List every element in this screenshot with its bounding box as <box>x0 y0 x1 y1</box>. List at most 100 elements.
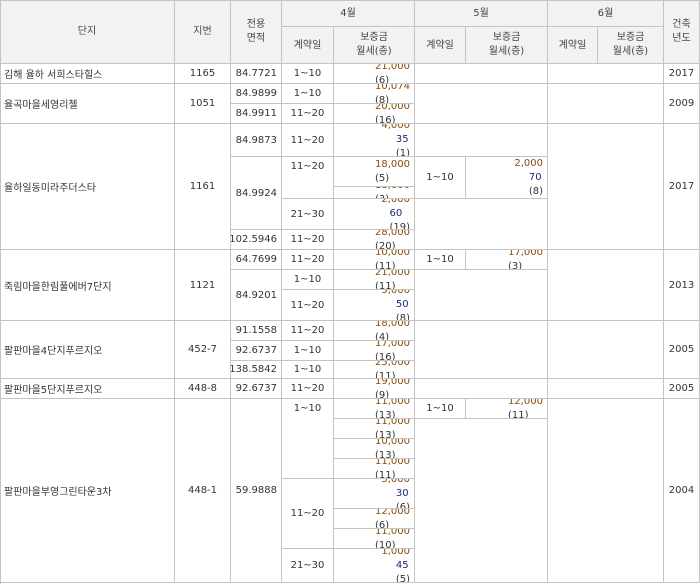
built-year: 2017 <box>664 64 700 84</box>
area-value: 59.9888 <box>231 399 282 583</box>
price-cell: 18,000 (5) <box>334 157 415 187</box>
deposit-value: 10,074 <box>375 84 410 92</box>
floor-value: (6) <box>375 519 390 529</box>
header-contract-date: 계약일 <box>282 27 334 64</box>
header-built-line2: 년도 <box>672 32 691 44</box>
header-price-line2: 월세(층) <box>612 46 649 57</box>
contract-date-cell: 1~10 <box>282 361 334 379</box>
empty-cell <box>415 379 548 399</box>
complex-name: 율하일동미라주더스타 <box>0 124 175 250</box>
price-cell: 20,000 (16) <box>334 104 415 124</box>
contract-date-cell: 1~10 <box>282 399 334 479</box>
price-cell: 18,000 (4) <box>334 321 415 341</box>
price-cell: 2,000 70 (8) <box>466 157 548 199</box>
price-cell: 17,000 (16) <box>334 341 415 361</box>
built-year: 2004 <box>664 399 700 583</box>
floor-value: (13) <box>375 449 396 459</box>
price-cell: 25,000 (11) <box>334 361 415 379</box>
area-value: 84.9201 <box>231 270 282 321</box>
floor-value: (4) <box>375 331 390 341</box>
price-cell: 21,000 (6) <box>334 64 415 84</box>
deposit-value: 18,000 <box>375 187 410 193</box>
monthly-rent-value: 30 <box>395 487 409 499</box>
header-contract-date: 계약일 <box>548 27 598 64</box>
empty-cell <box>548 321 664 379</box>
complex-name: 팔판마을4단지푸르지오 <box>0 321 175 379</box>
contract-date-cell: 11~20 <box>282 379 334 399</box>
header-price-line1: 보증금 <box>616 32 645 43</box>
header-price-line1: 보증금 <box>360 32 388 43</box>
price-cell: 11,000 (13) <box>334 419 415 439</box>
deposit-value: 11,000 <box>375 419 410 427</box>
built-year: 2017 <box>664 124 700 250</box>
deposit-value: 10,000 <box>375 250 410 258</box>
monthly-rent-value: 35 <box>395 134 409 145</box>
real-estate-transaction-table: 단지 지번 전용 면적 4월 계약일 보증금 월세(층) 5월 계약일 보증금 월세(층) 6월 계약일 보… <box>0 0 700 584</box>
empty-cell <box>415 124 548 157</box>
price-cell: 28,000 (20) <box>334 230 415 250</box>
floor-value: (6) <box>395 501 410 509</box>
floor-value: (11) <box>375 260 396 270</box>
deposit-value: 12,000 <box>508 399 543 407</box>
area-value: 92.6737 <box>231 379 282 399</box>
header-price-line2: 월세(층) <box>488 46 525 57</box>
deposit-value: 18,000 <box>375 158 410 170</box>
area-value: 102.5946 <box>231 230 282 250</box>
contract-date-cell: 21~30 <box>282 199 334 230</box>
contract-date-cell: 1~10 <box>282 270 334 290</box>
empty-cell <box>415 64 548 84</box>
contract-date-cell: 11~20 <box>282 124 334 157</box>
contract-date-cell: 1~10 <box>282 84 334 104</box>
contract-date-cell: 11~20 <box>282 479 334 549</box>
lot-number: 1051 <box>175 84 231 124</box>
contract-date-cell: 11~20 <box>282 104 334 124</box>
monthly-rent-value: 50 <box>395 299 409 310</box>
floor-value: (10) <box>375 539 396 549</box>
area-value: 91.1558 <box>231 321 282 341</box>
floor-value: (13) <box>375 429 396 439</box>
floor-value: (16) <box>375 351 396 361</box>
area-value: 84.9873 <box>231 124 282 157</box>
floor-value: (3) <box>508 260 523 270</box>
lot-number: 1161 <box>175 124 231 250</box>
empty-cell <box>415 419 548 583</box>
header-contract-date: 계약일 <box>415 27 466 64</box>
floor-value: (13) <box>375 409 396 419</box>
built-year: 2005 <box>664 379 700 399</box>
deposit-value: 21,000 <box>375 64 410 72</box>
floor-value: (11) <box>375 370 396 379</box>
header-price: 보증금 월세(층) <box>466 27 548 64</box>
floor-value: (11) <box>375 469 396 479</box>
complex-name: 팔판마을부영그린타운3차 <box>0 399 175 583</box>
contract-date-cell: 11~20 <box>282 321 334 341</box>
contract-date-cell: 1~10 <box>282 64 334 84</box>
floor-value: (9) <box>375 389 390 399</box>
deposit-value: 1,000 <box>381 549 410 557</box>
header-area-line2: 면적 <box>246 32 266 44</box>
header-price: 보증금월세(층) <box>334 27 415 64</box>
floor-value: (19) <box>389 222 410 230</box>
price-cell: 17,000 (3) <box>466 250 548 270</box>
deposit-value: 18,000 <box>375 321 410 329</box>
empty-cell <box>548 84 664 124</box>
area-value: 84.9924 <box>231 157 282 230</box>
deposit-value: 4,000 <box>381 124 410 131</box>
header-area-line1: 전용 <box>246 18 266 30</box>
deposit-value: 25,000 <box>375 361 410 368</box>
empty-cell <box>548 124 664 250</box>
area-value: 84.9899 <box>231 84 282 104</box>
floor-value: (5) <box>375 172 390 184</box>
lot-number: 1121 <box>175 250 231 321</box>
lot-number: 448-1 <box>175 399 231 583</box>
header-built-year: 건축 년도 <box>664 0 700 64</box>
price-cell: 4,000 35 (1) <box>334 124 415 157</box>
header-price-line2: 월세(층) <box>356 46 392 57</box>
deposit-value: 11,000 <box>375 399 410 407</box>
deposit-value: 2,000 <box>381 199 410 205</box>
header-complex: 단지 <box>0 0 175 64</box>
deposit-value: 17,000 <box>375 341 410 349</box>
empty-cell <box>415 84 548 124</box>
built-year: 2013 <box>664 250 700 321</box>
empty-cell <box>548 379 664 399</box>
header-month-jun: 6월 <box>548 0 664 27</box>
